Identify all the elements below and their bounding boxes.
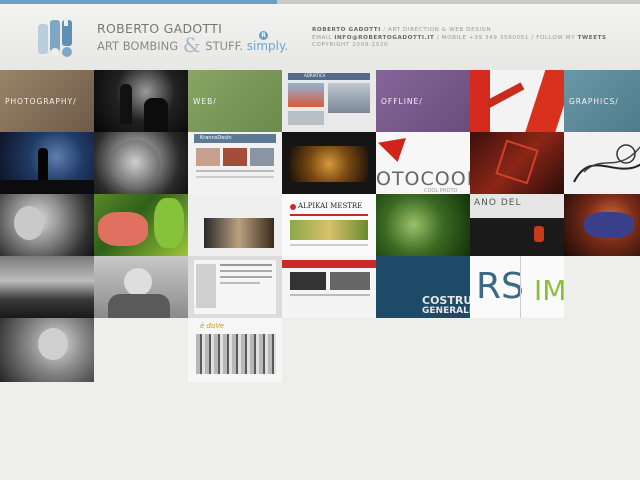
web-thumb-title: ADRIATICA	[304, 73, 326, 78]
web-thumb-title: KrannsDesIn	[200, 135, 232, 141]
tagline-part-1: ART BOMBING	[97, 39, 179, 53]
web-thumb[interactable]	[282, 132, 376, 194]
category-label-photography: PHOTOGRAPHY/	[5, 97, 77, 106]
category-offline-tile[interactable]: OFFLINE/	[376, 70, 470, 132]
web-thumb[interactable]: è duVe	[188, 318, 282, 382]
web-thumb[interactable]: ALPIKAI MESTRE	[282, 194, 376, 256]
category-label-graphics: GRAPHICS/	[569, 97, 619, 106]
offline-thumb[interactable]	[376, 194, 470, 256]
portfolio-grid: PHOTOGRAPHY/ WEB/ ADRIATICA OFFLINE/ GRA…	[0, 70, 640, 382]
offline-thumb[interactable]: OTOCOOL COOL PHOTO	[376, 132, 470, 194]
photo-thumb[interactable]	[94, 70, 188, 132]
sketch-drawing	[573, 144, 640, 183]
contact-line-2: EMAIL INFO@ROBERTOGADOTTI.IT / MOBILE +3…	[312, 35, 607, 43]
contact-info: ROBERTO GADOTTI / ART DIRECTION & WEB DE…	[312, 27, 607, 50]
header: ROBERTO GADOTTI ART BOMBING & STUFF. sim…	[0, 4, 640, 70]
web-thumb[interactable]: KrannsDesIn	[188, 132, 282, 194]
category-web-tile[interactable]: WEB/	[188, 70, 282, 132]
tagline-ampersand: &	[182, 33, 201, 57]
mobile-text: / MOBILE +39 349 3590051 / FOLLOW MY	[434, 34, 578, 41]
tweets-link[interactable]: TWEETS	[578, 35, 607, 41]
web-thumb[interactable]: ADRIATICA	[282, 70, 376, 132]
category-label-web: WEB/	[193, 97, 217, 106]
photo-thumb[interactable]	[94, 194, 188, 256]
offline-thumb[interactable]	[470, 70, 564, 132]
photo-thumb[interactable]	[0, 256, 94, 318]
generale-text: GENERALE	[422, 306, 470, 316]
web-thumb[interactable]	[188, 256, 282, 318]
rs-text: RS	[476, 266, 524, 307]
tagline-simply: simply.	[246, 39, 289, 53]
contact-role: ART DIRECTION & WEB DESIGN	[388, 27, 492, 33]
offline-thumb[interactable]: ANO DEL	[470, 194, 564, 256]
contact-name: ROBERTO GADOTTI	[312, 27, 381, 33]
photo-thumb[interactable]	[0, 194, 94, 256]
category-graphics-tile[interactable]: GRAPHICS/	[564, 70, 640, 132]
tagline-part-2: STUFF.	[205, 39, 244, 53]
web-thumb[interactable]	[188, 194, 282, 256]
road-text: ANO DEL	[474, 198, 522, 208]
email-label: EMAIL	[312, 34, 335, 41]
offline-thumb[interactable]: COSTRUZ GENERALE	[376, 256, 470, 318]
badge-icon: R	[259, 31, 268, 40]
email-link[interactable]: INFO@ROBERTOGADOTTI.IT	[334, 35, 434, 41]
im-text: IM	[534, 274, 564, 307]
graphics-thumb[interactable]: RS IM	[470, 256, 564, 318]
photo-thumb[interactable]	[94, 256, 188, 318]
logo-icon[interactable]	[36, 16, 82, 60]
photocool-text: OTOCOOL	[376, 168, 470, 190]
photo-thumb[interactable]	[0, 132, 94, 194]
contact-line-1: ROBERTO GADOTTI / ART DIRECTION & WEB DE…	[312, 27, 607, 35]
copyright: COPYRIGHT 2009-2020	[312, 42, 389, 49]
photo-thumb[interactable]	[94, 132, 188, 194]
graphics-thumb[interactable]	[564, 132, 640, 194]
web-thumb[interactable]	[282, 256, 376, 318]
category-photography-tile[interactable]: PHOTOGRAPHY/	[0, 70, 94, 132]
photo-thumb[interactable]	[0, 318, 94, 382]
offline-thumb[interactable]	[470, 132, 564, 194]
site-title-text: ALPIKAI MESTRE	[298, 202, 363, 210]
category-label-offline: OFFLINE/	[381, 97, 423, 106]
menu-sign-text: è duVe	[200, 322, 225, 330]
graphics-thumb[interactable]	[564, 194, 640, 256]
